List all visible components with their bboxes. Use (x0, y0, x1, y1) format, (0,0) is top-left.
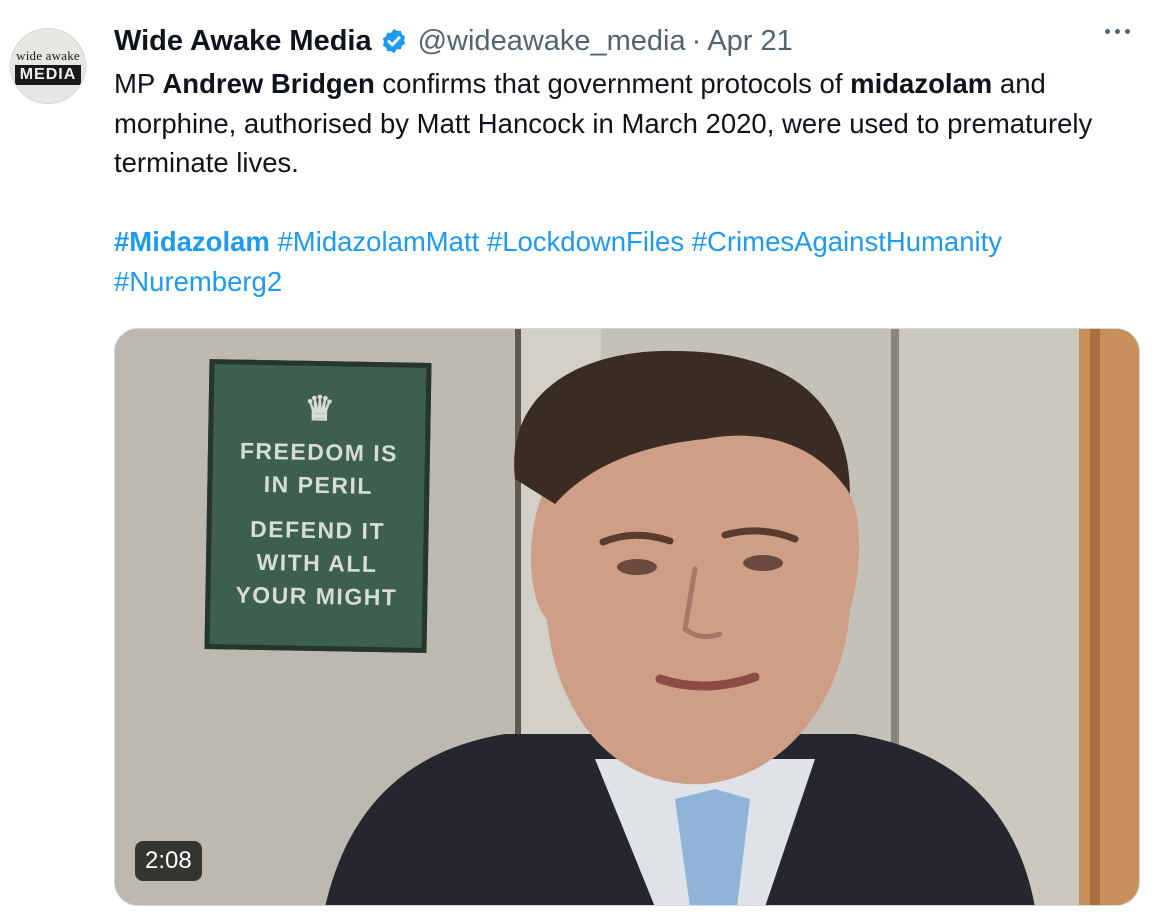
author-handle[interactable]: @wideawake_media (418, 25, 686, 58)
hashtag-link[interactable]: #MidazolamMatt (278, 226, 480, 257)
poster-line: YOUR MIGHT (235, 581, 398, 611)
poster-line: IN PERIL (263, 471, 374, 499)
more-options-icon[interactable] (1105, 29, 1130, 34)
hashtag-list: #Midazolam #MidazolamMatt #LockdownFiles… (114, 222, 1149, 301)
poster: ♛ FREEDOM IS IN PERIL DEFEND IT WITH ALL… (204, 359, 432, 653)
poster-line: DEFEND IT (249, 515, 386, 545)
video-duration-badge: 2:08 (135, 841, 202, 881)
hashtag-link[interactable]: #Midazolam (114, 226, 270, 257)
hashtag-link[interactable]: #Nuremberg2 (114, 266, 282, 297)
tweet-date[interactable]: Apr 21 (707, 25, 792, 58)
video-player[interactable]: ♛ FREEDOM IS IN PERIL DEFEND IT WITH ALL… (114, 328, 1140, 906)
hashtag-link[interactable]: #CrimesAgainstHumanity (692, 226, 1002, 257)
separator-dot: · (691, 24, 702, 57)
hashtag-link[interactable]: #LockdownFiles (487, 226, 684, 257)
tweet-body: MP Andrew Bridgen confirms that governme… (114, 68, 1093, 178)
poster-line: FREEDOM IS (239, 437, 399, 467)
author-display-name[interactable]: Wide Awake Media (114, 25, 372, 58)
avatar-text-bottom: MEDIA (14, 64, 82, 85)
poster-line: WITH ALL (256, 548, 378, 578)
bold-drug: midazolam (850, 68, 993, 99)
tweet-header: Wide Awake Media @wideawake_media · Apr … (114, 20, 793, 62)
avatar-text-top: wide awake (16, 47, 80, 63)
bold-name: Andrew Bridgen (162, 68, 375, 99)
crown-icon: ♛ (304, 389, 336, 429)
author-avatar[interactable]: wide awake MEDIA (10, 28, 86, 104)
verified-badge-icon (382, 28, 405, 54)
tweet-text: MP Andrew Bridgen confirms that governme… (114, 64, 1149, 301)
